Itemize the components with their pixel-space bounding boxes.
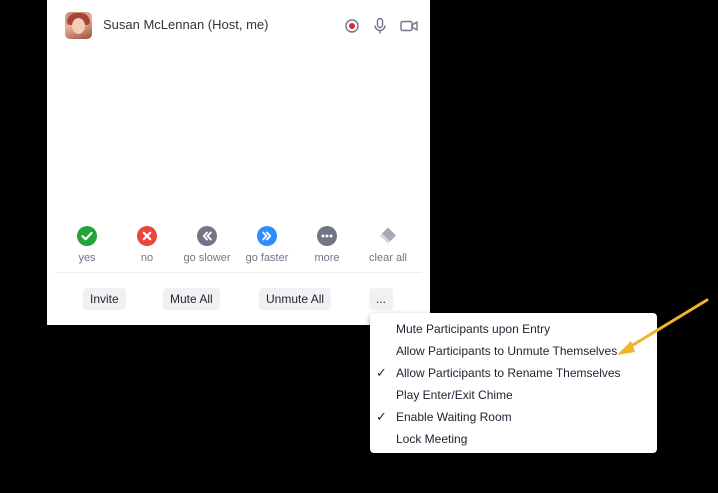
- menu-item-label: Allow Participants to Unmute Themselves: [396, 344, 618, 358]
- participant-name: Susan McLennan (Host, me): [103, 17, 269, 32]
- menu-item-enter-exit-chime[interactable]: Play Enter/Exit Chime: [370, 384, 657, 406]
- participant-row[interactable]: Susan McLennan (Host, me): [47, 8, 430, 44]
- menu-item-label: Play Enter/Exit Chime: [396, 388, 513, 402]
- menu-item-label: Enable Waiting Room: [396, 410, 512, 424]
- more-options-button[interactable]: ...: [369, 288, 394, 310]
- reaction-label: clear all: [369, 252, 407, 264]
- ellipsis-icon: [317, 226, 337, 246]
- mute-all-button[interactable]: Mute All: [163, 288, 220, 310]
- divider: [55, 272, 422, 273]
- x-icon: [137, 226, 157, 246]
- microphone-icon[interactable]: [372, 17, 388, 35]
- menu-item-label: Mute Participants upon Entry: [396, 322, 551, 336]
- reaction-more[interactable]: more: [292, 226, 362, 264]
- menu-item-waiting-room[interactable]: ✓ Enable Waiting Room: [370, 406, 657, 428]
- participant-status-icons: [344, 16, 418, 36]
- check-icon: ✓: [376, 409, 387, 424]
- arrow-pointer-icon: [617, 298, 709, 355]
- check-icon: [77, 226, 97, 246]
- record-icon: [344, 17, 360, 35]
- check-icon: ✓: [376, 365, 387, 380]
- participants-panel: Susan McLennan (Host, me) yes no go slow…: [47, 0, 430, 325]
- double-chevron-left-icon: [197, 226, 217, 246]
- menu-item-lock-meeting[interactable]: Lock Meeting: [370, 428, 657, 450]
- menu-item-allow-rename[interactable]: ✓ Allow Participants to Rename Themselve…: [370, 362, 657, 384]
- avatar: [65, 12, 92, 39]
- reaction-clear-all[interactable]: clear all: [353, 226, 423, 264]
- reaction-label: more: [314, 252, 340, 264]
- video-camera-icon[interactable]: [400, 17, 418, 35]
- nonverbal-feedback-bar: yes no go slower go faster more clear al…: [47, 226, 430, 268]
- invite-button[interactable]: Invite: [83, 288, 126, 310]
- menu-item-label: Allow Participants to Rename Themselves: [396, 366, 621, 380]
- menu-item-label: Lock Meeting: [396, 432, 468, 446]
- eraser-icon: [378, 226, 398, 246]
- unmute-all-button[interactable]: Unmute All: [259, 288, 332, 310]
- double-chevron-right-icon: [257, 226, 277, 246]
